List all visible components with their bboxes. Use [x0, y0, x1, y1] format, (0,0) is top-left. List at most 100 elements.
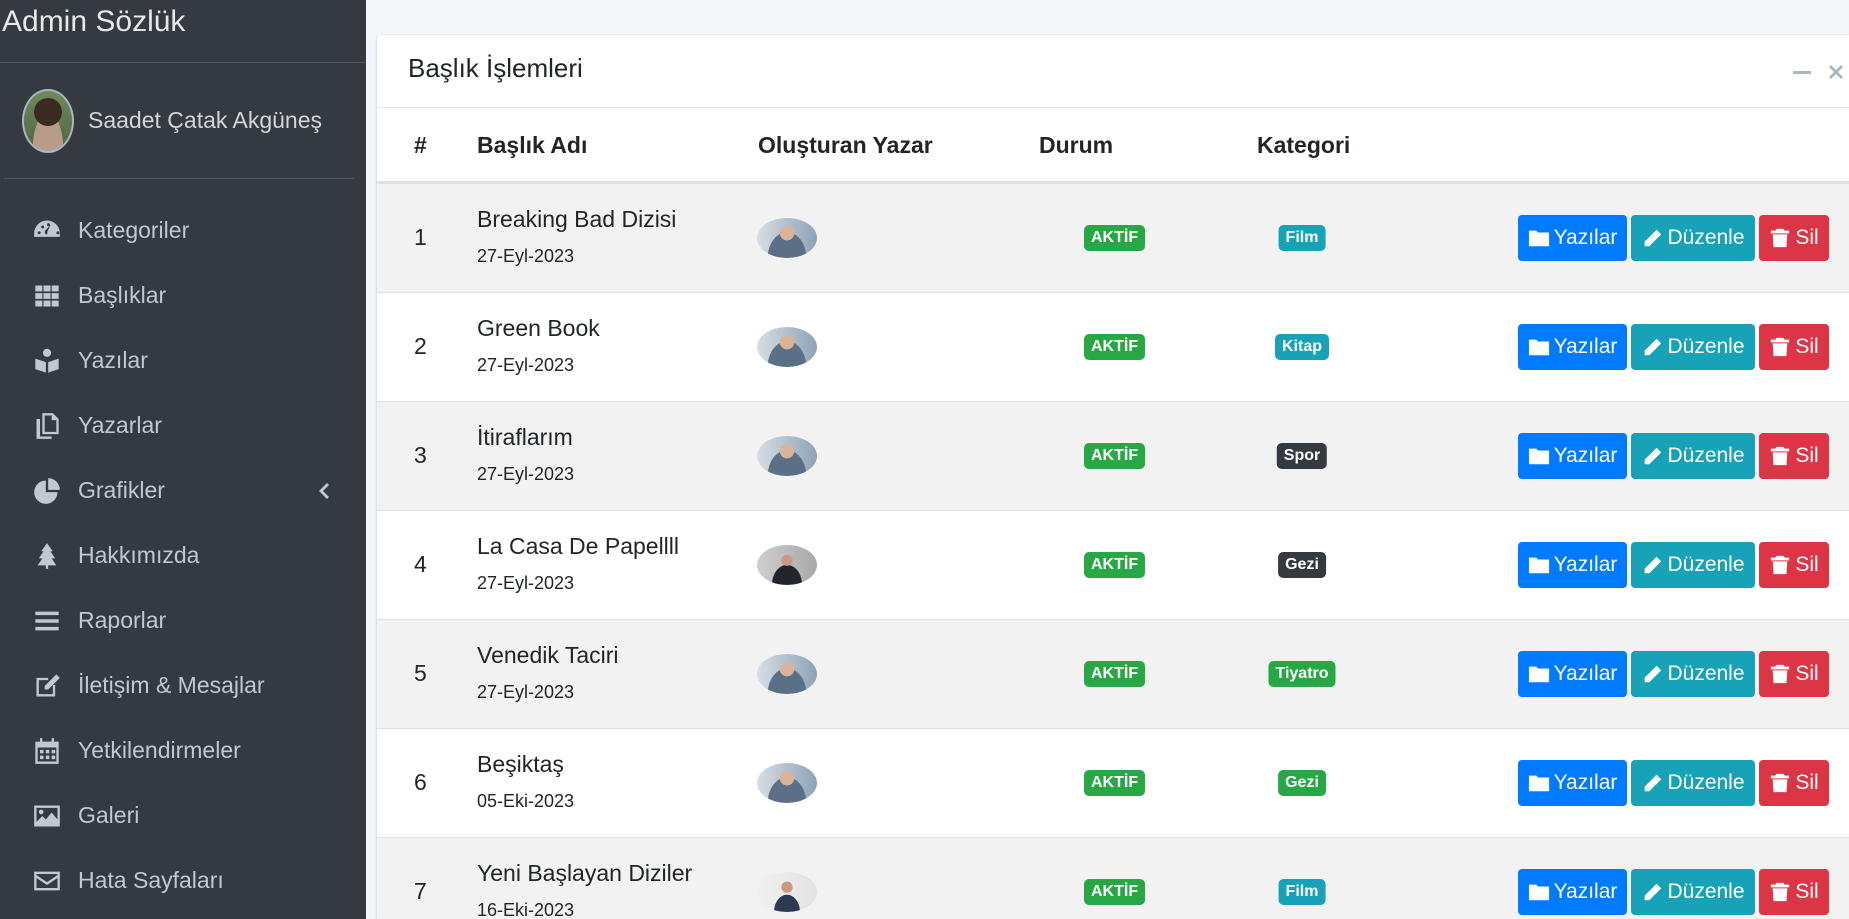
- edit-button[interactable]: Düzenle: [1631, 542, 1755, 588]
- delete-button[interactable]: Sil: [1759, 869, 1829, 915]
- edit-button-label: Düzenle: [1667, 880, 1745, 903]
- delete-button[interactable]: Sil: [1759, 433, 1829, 479]
- sidebar-item-hakkimizda[interactable]: Hakkımızda: [0, 523, 366, 588]
- status-badge: AKTİF: [1084, 879, 1146, 905]
- sidebar-item-basliklar[interactable]: Başlıklar: [0, 263, 366, 328]
- edit-button[interactable]: Düzenle: [1631, 760, 1755, 806]
- folder-icon: [1528, 775, 1549, 792]
- folder-icon: [1528, 884, 1549, 901]
- edit-button-label: Düzenle: [1667, 662, 1745, 685]
- row-date: 27-Eyl-2023: [477, 682, 575, 702]
- delete-button[interactable]: Sil: [1759, 215, 1829, 261]
- edit-button[interactable]: Düzenle: [1631, 215, 1755, 261]
- folder-icon: [1528, 557, 1549, 574]
- posts-button-label: Yazılar: [1553, 880, 1618, 903]
- bars-icon: [32, 606, 62, 636]
- posts-button[interactable]: Yazılar: [1518, 869, 1627, 915]
- close-icon[interactable]: [1825, 61, 1847, 83]
- category-badge: Kitap: [1275, 334, 1329, 360]
- table-row: 7 Yeni Başlayan Diziler 16-Eki-2023 AKTİ…: [377, 837, 1849, 919]
- column-header-number: #: [414, 132, 427, 158]
- posts-button[interactable]: Yazılar: [1518, 651, 1627, 697]
- posts-button[interactable]: Yazılar: [1518, 433, 1627, 479]
- sidebar-item-label: Başlıklar: [78, 282, 167, 308]
- sidebar-item-galeri[interactable]: Galeri: [0, 783, 366, 848]
- delete-button[interactable]: Sil: [1759, 651, 1829, 697]
- posts-button[interactable]: Yazılar: [1518, 760, 1627, 806]
- status-badge: AKTİF: [1084, 661, 1146, 687]
- row-date: 16-Eki-2023: [477, 900, 575, 919]
- sidebar-item-label: Grafikler: [78, 477, 165, 503]
- category-badge: Gezi: [1278, 552, 1326, 578]
- row-date: 27-Eyl-2023: [477, 355, 575, 375]
- delete-button[interactable]: Sil: [1759, 542, 1829, 588]
- sidebar-item-yetkilendirmeler[interactable]: Yetkilendirmeler: [0, 718, 366, 783]
- column-header-category: Kategori: [1257, 132, 1351, 158]
- trash-icon: [1771, 337, 1790, 357]
- sidebar-item-yazarlar[interactable]: Yazarlar: [0, 393, 366, 458]
- trash-icon: [1771, 773, 1790, 793]
- delete-button-label: Sil: [1795, 880, 1819, 903]
- table-row: 2 Green Book 27-Eyl-2023 AKTİF Kitap Yaz…: [377, 292, 1849, 401]
- category-badge: Spor: [1276, 443, 1328, 469]
- category-badge: Film: [1278, 225, 1326, 251]
- pencil-icon: [1645, 556, 1662, 574]
- delete-button-label: Sil: [1795, 771, 1819, 794]
- sidebar-item-hata-sayfalari[interactable]: Hata Sayfaları: [0, 848, 366, 913]
- chevron-left-icon[interactable]: [316, 480, 330, 500]
- row-title: La Casa De Papellll: [477, 533, 680, 559]
- posts-button[interactable]: Yazılar: [1518, 542, 1627, 588]
- row-date: 05-Eki-2023: [477, 791, 575, 811]
- edit-icon: [32, 671, 62, 701]
- calendar-icon: [32, 736, 62, 766]
- sidebar-item-label: Raporlar: [78, 607, 167, 633]
- category-badge: Tiyatro: [1268, 661, 1336, 687]
- user-name[interactable]: Saadet Çatak Akgüneş: [88, 107, 322, 134]
- posts-button[interactable]: Yazılar: [1518, 324, 1627, 370]
- folder-icon: [1528, 339, 1549, 356]
- brand-title[interactable]: Admin Sözlük: [0, 0, 366, 63]
- row-date: 27-Eyl-2023: [477, 573, 575, 593]
- status-badge: AKTİF: [1084, 770, 1146, 796]
- delete-button[interactable]: Sil: [1759, 760, 1829, 806]
- copy-icon: [32, 411, 62, 441]
- trash-icon: [1771, 664, 1790, 684]
- delete-button-label: Sil: [1795, 335, 1819, 358]
- edit-button[interactable]: Düzenle: [1631, 433, 1755, 479]
- envelope-icon: [32, 866, 62, 896]
- delete-button-label: Sil: [1795, 444, 1819, 467]
- avatar[interactable]: [22, 88, 74, 153]
- sidebar-item-yazilar[interactable]: Yazılar: [0, 328, 366, 393]
- sidebar-item-label: Galeri: [78, 802, 140, 828]
- posts-button-label: Yazılar: [1553, 771, 1618, 794]
- row-title: Breaking Bad Dizisi: [477, 206, 677, 232]
- card-header: Başlık İşlemleri: [377, 35, 1849, 108]
- book-reader-icon: [32, 346, 62, 376]
- row-number: 6: [414, 769, 427, 795]
- table-row: 5 Venedik Taciri 27-Eyl-2023 AKTİF Tiyat…: [377, 619, 1849, 728]
- row-number: 1: [414, 224, 427, 250]
- sidebar-nav: Kategoriler Başlıklar Yazılar Yazarlar G…: [0, 198, 366, 913]
- table-row: 1 Breaking Bad Dizisi 27-Eyl-2023 AKTİF …: [377, 183, 1849, 292]
- pencil-icon: [1645, 229, 1662, 247]
- sidebar-item-kategoriler[interactable]: Kategoriler: [0, 198, 366, 263]
- delete-button[interactable]: Sil: [1759, 324, 1829, 370]
- collapse-icon[interactable]: [1791, 61, 1813, 83]
- grid-icon: [32, 281, 62, 311]
- sidebar-item-raporlar[interactable]: Raporlar: [0, 588, 366, 653]
- author-avatar: [757, 327, 817, 367]
- posts-button-label: Yazılar: [1553, 226, 1618, 249]
- sidebar-item-grafikler[interactable]: Grafikler: [0, 458, 366, 523]
- column-header-title: Başlık Adı: [477, 132, 588, 158]
- row-title: Venedik Taciri: [477, 642, 619, 668]
- edit-button[interactable]: Düzenle: [1631, 651, 1755, 697]
- table-row: 3 İtiraflarım 27-Eyl-2023 AKTİF Spor Yaz…: [377, 401, 1849, 510]
- sidebar-item-label: Yazılar: [78, 347, 148, 373]
- sidebar-item-iletisim[interactable]: İletişim & Mesajlar: [0, 653, 366, 718]
- sidebar-item-label: Yetkilendirmeler: [78, 737, 241, 763]
- pencil-icon: [1645, 447, 1662, 465]
- edit-button[interactable]: Düzenle: [1631, 869, 1755, 915]
- edit-button[interactable]: Düzenle: [1631, 324, 1755, 370]
- folder-icon: [1528, 448, 1549, 465]
- posts-button[interactable]: Yazılar: [1518, 215, 1627, 261]
